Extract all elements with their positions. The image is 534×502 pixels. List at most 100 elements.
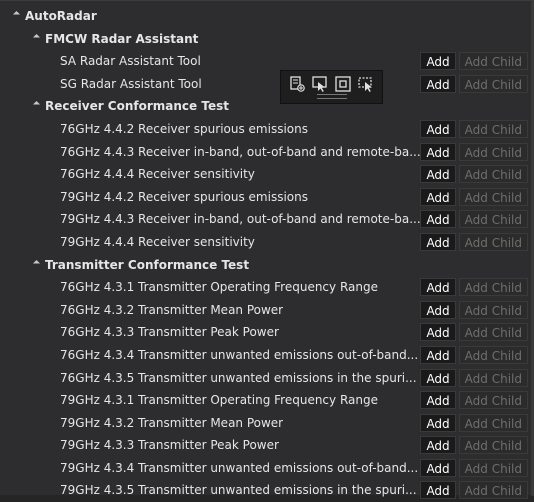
row-actions: Add Add Child xyxy=(420,119,528,138)
tree-item-row[interactable]: 79GHz 4.3.5 Transmitter unwanted emissio… xyxy=(0,479,534,502)
tree-item-label: 76GHz 4.4.3 Receiver in-band, out-of-ban… xyxy=(60,144,421,159)
add-button[interactable]: Add xyxy=(420,368,456,387)
tree-item-row[interactable]: 76GHz 4.3.2 Transmitter Mean Power Add Add… xyxy=(0,299,534,322)
tree-item-row[interactable]: 76GHz 4.4.2 Receiver spurious emissions A… xyxy=(0,118,534,141)
row-actions: Add Add Child xyxy=(420,232,528,251)
add-child-button[interactable]: Add Child xyxy=(458,300,528,319)
tree-item-row[interactable]: 76GHz 4.4.4 Receiver sensitivity Add Add C… xyxy=(0,163,534,186)
row-actions: Add Add Child xyxy=(420,345,528,364)
add-child-button[interactable]: Add Child xyxy=(458,413,528,432)
tree-item-row[interactable]: 76GHz 4.3.5 Transmitter unwanted emissio… xyxy=(0,367,534,390)
add-button[interactable]: Add xyxy=(420,323,456,342)
tree-item-row[interactable]: 79GHz 4.3.3 Transmitter Peak Power Add Add… xyxy=(0,434,534,457)
tree-item-row[interactable]: 79GHz 4.3.2 Transmitter Mean Power Add Add… xyxy=(0,412,534,435)
row-actions: Add Add Child xyxy=(420,52,528,71)
add-button[interactable]: Add xyxy=(420,278,456,297)
add-child-button[interactable]: Add Child xyxy=(458,436,528,455)
tree-group-row[interactable]: Transmitter Conformance Test xyxy=(0,254,534,277)
tree-item-row[interactable]: 79GHz 4.4.3 Receiver in-band, out-of-ban… xyxy=(0,208,534,231)
tree-root-label: AutoRadar xyxy=(25,9,97,23)
tree-item-label: 79GHz 4.4.2 Receiver spurious emissions xyxy=(60,189,308,204)
tree-group-row[interactable]: Receiver Conformance Test xyxy=(0,95,534,118)
tree-item-label: 76GHz 4.4.2 Receiver spurious emissions xyxy=(60,121,308,136)
expand-toggle-icon[interactable] xyxy=(32,259,41,267)
toolbar-drag-handle[interactable] xyxy=(317,94,347,99)
add-child-button[interactable]: Add Child xyxy=(458,391,528,410)
row-actions: Add Add Child xyxy=(420,210,528,229)
row-actions: Add Add Child xyxy=(420,278,528,297)
tree-item-row[interactable]: 76GHz 4.3.4 Transmitter unwanted emissio… xyxy=(0,344,534,367)
add-button[interactable]: Add xyxy=(420,413,456,432)
row-actions: Add Add Child xyxy=(420,323,528,342)
add-button[interactable]: Add xyxy=(420,52,456,71)
add-button[interactable]: Add xyxy=(420,481,456,500)
add-child-button[interactable]: Add Child xyxy=(458,458,528,477)
select-frame-icon[interactable] xyxy=(334,75,352,93)
add-child-button[interactable]: Add Child xyxy=(458,187,528,206)
tree-item-row[interactable]: 76GHz 4.3.1 Transmitter Operating Freque… xyxy=(0,276,534,299)
expand-toggle-icon[interactable] xyxy=(12,10,21,19)
tree-item-label: SG Radar Assistant Tool xyxy=(60,76,202,91)
add-button[interactable]: Add xyxy=(420,232,456,251)
tree-item-label: 76GHz 4.3.3 Transmitter Peak Power xyxy=(60,325,279,340)
add-element-icon[interactable] xyxy=(288,75,306,93)
expand-toggle-icon[interactable] xyxy=(32,101,41,109)
select-pointer-icon[interactable] xyxy=(311,75,329,93)
tree-item-label: 79GHz 4.3.5 Transmitter unwanted emissio… xyxy=(60,483,417,498)
add-child-button[interactable]: Add Child xyxy=(458,74,528,93)
add-child-button[interactable]: Add Child xyxy=(458,210,528,229)
tree-item-label: 76GHz 4.3.4 Transmitter unwanted emissio… xyxy=(60,347,419,362)
row-actions: Add Add Child xyxy=(420,165,528,184)
add-child-button[interactable]: Add Child xyxy=(458,481,528,500)
add-button[interactable]: Add xyxy=(420,210,456,229)
tree-group-label: Receiver Conformance Test xyxy=(45,99,229,114)
row-actions: Add Add Child xyxy=(420,391,528,410)
add-child-button[interactable]: Add Child xyxy=(458,345,528,364)
tree-item-row[interactable]: 79GHz 4.4.2 Receiver spurious emissions A… xyxy=(0,186,534,209)
row-actions: Add Add Child xyxy=(420,481,528,500)
tree-item-label: 76GHz 4.3.1 Transmitter Operating Freque… xyxy=(60,280,378,295)
add-button[interactable]: Add xyxy=(420,436,456,455)
tree-group-row[interactable]: FMCW Radar Assistant xyxy=(0,28,534,51)
add-child-button[interactable]: Add Child xyxy=(458,278,528,297)
add-child-button[interactable]: Add Child xyxy=(458,165,528,184)
tree-item-label: 79GHz 4.3.2 Transmitter Mean Power xyxy=(60,415,284,430)
row-actions: Add Add Child xyxy=(420,300,528,319)
row-actions: Add Add Child xyxy=(420,458,528,477)
tree-item-row[interactable]: 76GHz 4.4.3 Receiver in-band, out-of-ban… xyxy=(0,141,534,164)
tree-item-label: 79GHz 4.3.1 Transmitter Operating Freque… xyxy=(60,393,378,408)
add-button[interactable]: Add xyxy=(420,119,456,138)
inspect-element-icon[interactable] xyxy=(357,75,375,93)
floating-toolbar xyxy=(280,70,383,104)
add-button[interactable]: Add xyxy=(420,74,456,93)
row-actions: Add Add Child xyxy=(420,413,528,432)
tree-panel: AutoRadar FMCW Radar Assistant SA Radar A… xyxy=(0,0,534,500)
tree-item-row[interactable]: SG Radar Assistant Tool Add Add Child xyxy=(0,73,534,96)
add-child-button[interactable]: Add Child xyxy=(458,52,528,71)
add-button[interactable]: Add xyxy=(420,345,456,364)
add-child-button[interactable]: Add Child xyxy=(458,323,528,342)
add-button[interactable]: Add xyxy=(420,142,456,161)
tree-item-row[interactable]: 79GHz 4.3.1 Transmitter Operating Freque… xyxy=(0,389,534,412)
add-button[interactable]: Add xyxy=(420,187,456,206)
tree-item-row[interactable]: 79GHz 4.3.4 Transmitter unwanted emissio… xyxy=(0,457,534,480)
add-child-button[interactable]: Add Child xyxy=(458,142,528,161)
add-button[interactable]: Add xyxy=(420,391,456,410)
add-button[interactable]: Add xyxy=(420,165,456,184)
tree-view: AutoRadar FMCW Radar Assistant SA Radar A… xyxy=(0,5,534,502)
add-button[interactable]: Add xyxy=(420,300,456,319)
add-child-button[interactable]: Add Child xyxy=(458,232,528,251)
expand-toggle-icon[interactable] xyxy=(32,33,41,41)
add-child-button[interactable]: Add Child xyxy=(458,119,528,138)
tree-item-row[interactable]: 76GHz 4.3.3 Transmitter Peak Power Add Add… xyxy=(0,321,534,344)
row-actions: Add Add Child xyxy=(420,142,528,161)
row-actions: Add Add Child xyxy=(420,74,528,93)
add-button[interactable]: Add xyxy=(420,458,456,477)
tree-item-row[interactable]: SA Radar Assistant Tool Add Add Child xyxy=(0,50,534,73)
add-child-button[interactable]: Add Child xyxy=(458,368,528,387)
tree-item-label: SA Radar Assistant Tool xyxy=(60,54,201,69)
tree-item-label: 79GHz 4.3.3 Transmitter Peak Power xyxy=(60,438,279,453)
tree-item-label: 76GHz 4.4.4 Receiver sensitivity xyxy=(60,167,255,182)
tree-item-row[interactable]: 79GHz 4.4.4 Receiver sensitivity Add Add C… xyxy=(0,231,534,254)
tree-root-row[interactable]: AutoRadar xyxy=(0,5,534,28)
